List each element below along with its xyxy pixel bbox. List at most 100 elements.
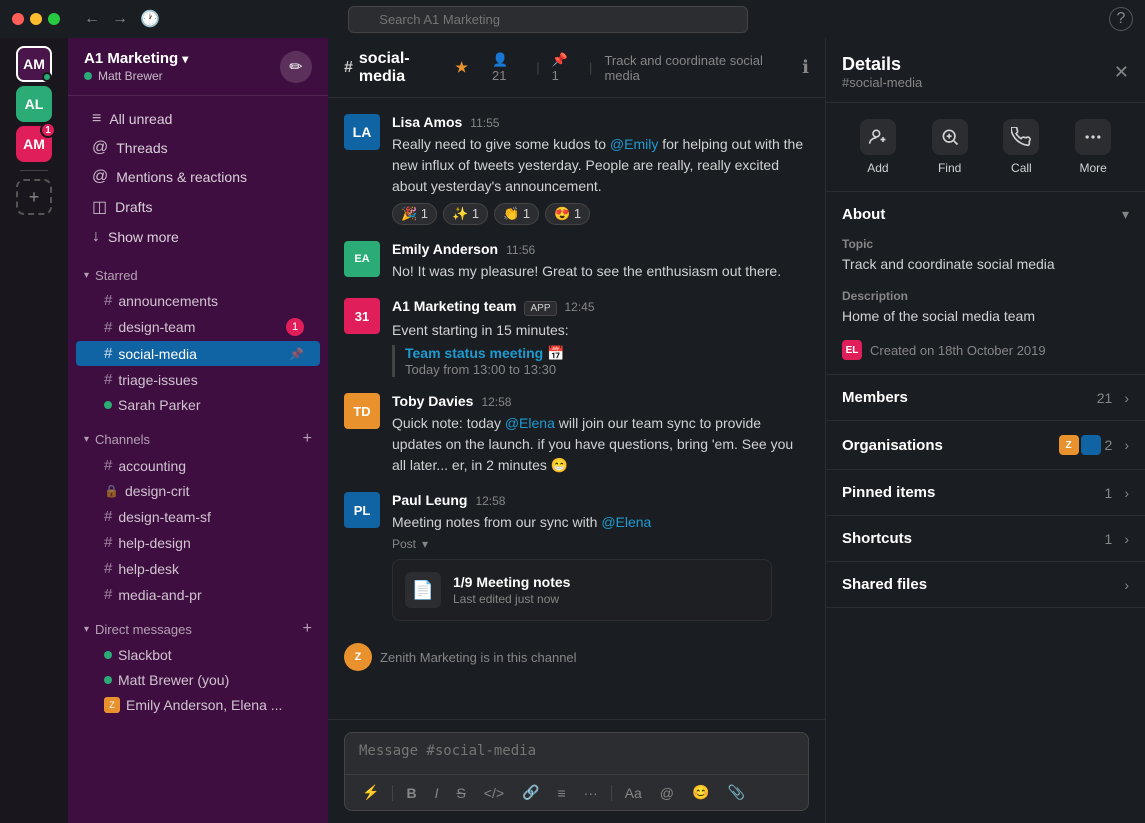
help-button[interactable]: ?	[1109, 7, 1133, 31]
link-button[interactable]: 🔗	[517, 781, 544, 804]
workspace-initials-am2: AM	[23, 136, 45, 152]
reaction-clap[interactable]: 👏 1	[494, 203, 539, 225]
reaction-sparkles[interactable]: ✨ 1	[443, 203, 488, 225]
messages-area[interactable]: LA Lisa Amos 11:55 Really need to give s…	[328, 98, 825, 719]
all-unread-icon: ≡	[92, 110, 101, 128]
mention-emily[interactable]: @Emily	[610, 136, 658, 152]
details-close-button[interactable]: ✕	[1114, 62, 1129, 83]
action-more[interactable]: More	[1075, 119, 1111, 175]
bold-button[interactable]: B	[401, 782, 421, 804]
shortcuts-title: Shortcuts	[842, 530, 912, 547]
add-channel-button[interactable]: +	[303, 430, 312, 448]
pinned-chevron: ›	[1124, 485, 1129, 501]
strikethrough-button[interactable]: S	[451, 782, 470, 804]
close-traffic-light[interactable]	[12, 13, 24, 25]
text-style-button[interactable]: Aa	[620, 782, 647, 804]
shortcuts-section: Shortcuts 1 ›	[826, 516, 1145, 562]
reaction-party[interactable]: 🎉 1	[392, 203, 437, 225]
channel-announcements[interactable]: # announcements	[76, 288, 320, 313]
nav-item-threads[interactable]: @ Threads	[76, 134, 320, 162]
msg-header: Lisa Amos 11:55	[392, 114, 809, 130]
list-button[interactable]: ≡	[552, 782, 570, 804]
starred-section-header[interactable]: ▾ Starred	[68, 264, 328, 287]
quoted-link[interactable]: Team status meeting 📅	[405, 345, 809, 362]
dm-section-header[interactable]: ▾ Direct messages +	[68, 616, 328, 642]
message-input[interactable]	[345, 733, 808, 769]
workspace-name[interactable]: A1 Marketing ▾	[84, 50, 188, 67]
channel-triage-issues[interactable]: # triage-issues	[76, 367, 320, 392]
topic-label: Topic	[842, 237, 1129, 251]
dm-sarah-parker[interactable]: Sarah Parker	[76, 393, 320, 417]
channel-social-media[interactable]: # social-media 📌	[76, 341, 320, 366]
compose-button[interactable]: ✏	[280, 51, 312, 83]
more-icon	[1075, 119, 1111, 155]
add-workspace-button[interactable]: +	[16, 179, 52, 215]
search-input[interactable]	[348, 6, 748, 33]
nav-item-show-more[interactable]: ↓ Show more	[76, 223, 320, 251]
code-button[interactable]: </>	[479, 782, 509, 804]
quoted-text: Today from 13:00 to 13:30	[405, 362, 809, 377]
msg-header: Emily Anderson 11:56	[392, 241, 809, 257]
emoji-button[interactable]: 😊	[687, 781, 714, 804]
zenith-icon: Z	[344, 643, 372, 671]
info-button[interactable]: ℹ	[802, 57, 809, 78]
channel-media-and-pr[interactable]: # media-and-pr	[76, 582, 320, 607]
more-formatting-button[interactable]: ···	[579, 782, 603, 804]
organisations-section: Organisations Z 2 ›	[826, 421, 1145, 470]
shared-files-section-header[interactable]: Shared files ›	[826, 562, 1145, 607]
reaction-heart-eyes[interactable]: 😍 1	[545, 203, 590, 225]
action-call[interactable]: Call	[1003, 119, 1039, 175]
minimize-traffic-light[interactable]	[30, 13, 42, 25]
history-button[interactable]: 🕐	[136, 5, 164, 33]
add-dm-button[interactable]: +	[303, 620, 312, 638]
msg-header: A1 Marketing team APP 12:45	[392, 298, 809, 316]
show-more-icon: ↓	[92, 228, 100, 246]
titlebar: ← → 🕐 ?	[0, 0, 1145, 38]
dm-section: ▾ Direct messages + Slackbot Matt Brewer…	[68, 612, 328, 722]
channel-design-crit[interactable]: 🔒 design-crit	[76, 479, 320, 503]
post-attachment[interactable]: 📄 1/9 Meeting notes Last edited just now	[392, 559, 772, 621]
details-panel: Details #social-media ✕ Add Find	[825, 38, 1145, 823]
channel-star-icon[interactable]: ★	[455, 59, 468, 76]
shared-files-chevron: ›	[1124, 577, 1129, 593]
organisations-section-header[interactable]: Organisations Z 2 ›	[826, 421, 1145, 469]
nav-item-all-unread[interactable]: ≡ All unread	[76, 105, 320, 133]
workspace-icon-am2[interactable]: AM 1	[16, 126, 52, 162]
msg-time: 12:58	[475, 494, 505, 508]
channel-design-team-sf[interactable]: # design-team-sf	[76, 504, 320, 529]
channel-help-desk[interactable]: # help-desk	[76, 556, 320, 581]
attachment-button[interactable]: 📎	[722, 781, 749, 804]
dm-slackbot[interactable]: Slackbot	[76, 643, 320, 667]
workspace-icon-al[interactable]: AL	[16, 86, 52, 122]
nav-item-mentions[interactable]: @ Mentions & reactions	[76, 163, 320, 191]
pinned-section-header[interactable]: Pinned items 1 ›	[826, 470, 1145, 515]
action-add[interactable]: Add	[860, 119, 896, 175]
about-section-header[interactable]: About ▾	[826, 192, 1145, 237]
forward-button[interactable]: →	[108, 5, 132, 33]
dm-matt-brewer[interactable]: Matt Brewer (you)	[76, 668, 320, 692]
mention-elena[interactable]: @Elena	[505, 415, 555, 431]
dm-emily-elena[interactable]: Z Emily Anderson, Elena ...	[76, 693, 320, 717]
back-button[interactable]: ←	[80, 5, 104, 33]
action-find[interactable]: Find	[932, 119, 968, 175]
lightning-button[interactable]: ⚡	[357, 781, 384, 804]
msg-text: Quick note: today @Elena will join our t…	[392, 413, 809, 476]
channels-section-header[interactable]: ▾ Channels +	[68, 426, 328, 452]
workspace-icon-a1marketing[interactable]: AM	[16, 46, 52, 82]
channel-help-design[interactable]: # help-design	[76, 530, 320, 555]
msg-content: Toby Davies 12:58 Quick note: today @Ele…	[392, 393, 809, 476]
channel-name: media-and-pr	[118, 587, 201, 603]
description-field: Description Home of the social media tea…	[842, 289, 1129, 327]
channel-design-team[interactable]: # design-team 1	[76, 314, 320, 340]
mention-elena-2[interactable]: @Elena	[601, 514, 651, 530]
nav-item-drafts[interactable]: ◫ Drafts	[76, 192, 320, 222]
mention-button[interactable]: @	[655, 782, 679, 804]
drafts-label: Drafts	[115, 199, 152, 215]
channel-accounting[interactable]: # accounting	[76, 453, 320, 478]
members-section-header[interactable]: Members 21 ›	[826, 375, 1145, 420]
maximize-traffic-light[interactable]	[48, 13, 60, 25]
msg-reactions: 🎉 1 ✨ 1 👏 1 😍 1	[392, 203, 809, 225]
shortcuts-section-header[interactable]: Shortcuts 1 ›	[826, 516, 1145, 561]
italic-button[interactable]: I	[430, 782, 444, 804]
workspace-initials-al: AL	[25, 96, 44, 112]
